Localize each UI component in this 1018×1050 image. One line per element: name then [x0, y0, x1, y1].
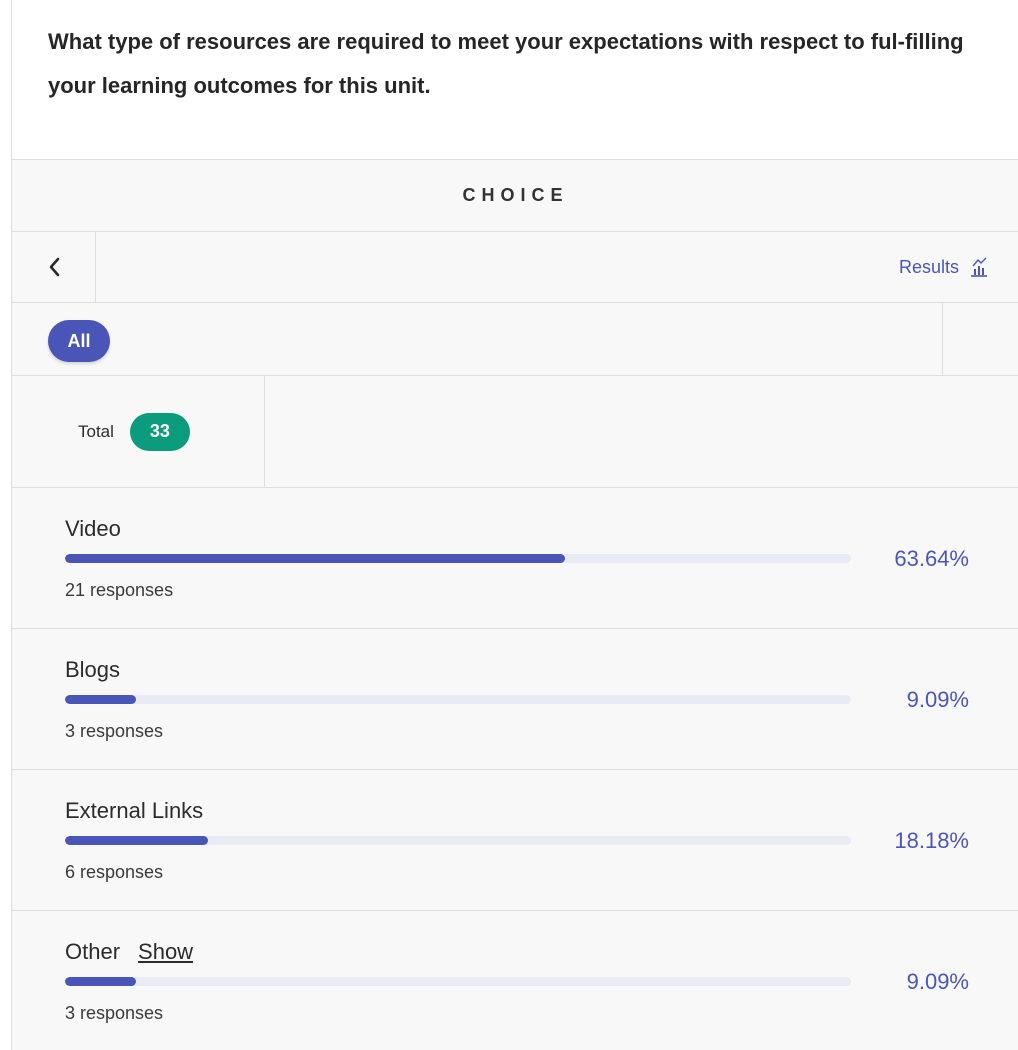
- option-label-text: Video: [65, 516, 121, 541]
- total-label: Total: [78, 421, 114, 441]
- progress-track: [65, 554, 851, 563]
- question-text: What type of resources are required to m…: [48, 29, 964, 98]
- percentage: 18.18%: [894, 828, 969, 853]
- response-count: 6 responses: [65, 862, 164, 882]
- back-button[interactable]: [12, 232, 96, 302]
- chevron-left-icon: [49, 257, 59, 277]
- option-label-text: Blogs: [65, 657, 121, 682]
- progress-track: [65, 836, 851, 845]
- nav-row: Results: [12, 232, 1018, 303]
- progress-fill: [65, 836, 208, 845]
- percentage: 63.64%: [894, 546, 969, 571]
- progress-fill: [65, 977, 137, 986]
- progress-track: [65, 695, 851, 704]
- total-count-badge: 33: [129, 412, 190, 451]
- option-label: Blogs: [65, 657, 120, 683]
- choice-header: CHOICE: [12, 160, 1018, 232]
- choice-title: CHOICE: [462, 185, 569, 205]
- results-link[interactable]: Results: [899, 232, 989, 302]
- option-label: Other Show: [65, 939, 193, 965]
- percentage: 9.09%: [906, 687, 969, 712]
- total-row: Total 33: [12, 376, 1018, 488]
- option-label-text: External Links: [65, 798, 204, 823]
- progress-fill: [65, 695, 137, 704]
- option-label: Video: [65, 516, 121, 542]
- question-block: What type of resources are required to m…: [12, 0, 1018, 160]
- response-count: 21 responses: [65, 580, 174, 600]
- option-row-video: Video 21 responses 63.64%: [12, 488, 1018, 629]
- option-label: External Links: [65, 798, 203, 824]
- percentage: 9.09%: [906, 969, 969, 994]
- survey-panel: What type of resources are required to m…: [11, 0, 1018, 1050]
- filter-row: All: [12, 303, 1018, 376]
- response-count: 3 responses: [65, 1003, 164, 1023]
- filter-divider: [942, 303, 943, 375]
- progress-track: [65, 977, 851, 986]
- option-label-text: Other: [65, 939, 121, 964]
- response-count: 3 responses: [65, 721, 164, 741]
- results-label: Results: [898, 256, 959, 277]
- total-cell: Total 33: [12, 376, 265, 487]
- progress-fill: [65, 554, 566, 563]
- option-row-external-links: External Links 6 responses 18.18%: [12, 770, 1018, 911]
- filter-all-pill[interactable]: All: [48, 320, 110, 362]
- option-row-blogs: Blogs 3 responses 9.09%: [12, 629, 1018, 770]
- show-other-link[interactable]: Show: [138, 939, 193, 965]
- bar-chart-icon: [971, 257, 987, 277]
- option-row-other: Other Show 3 responses 9.09%: [12, 911, 1018, 1050]
